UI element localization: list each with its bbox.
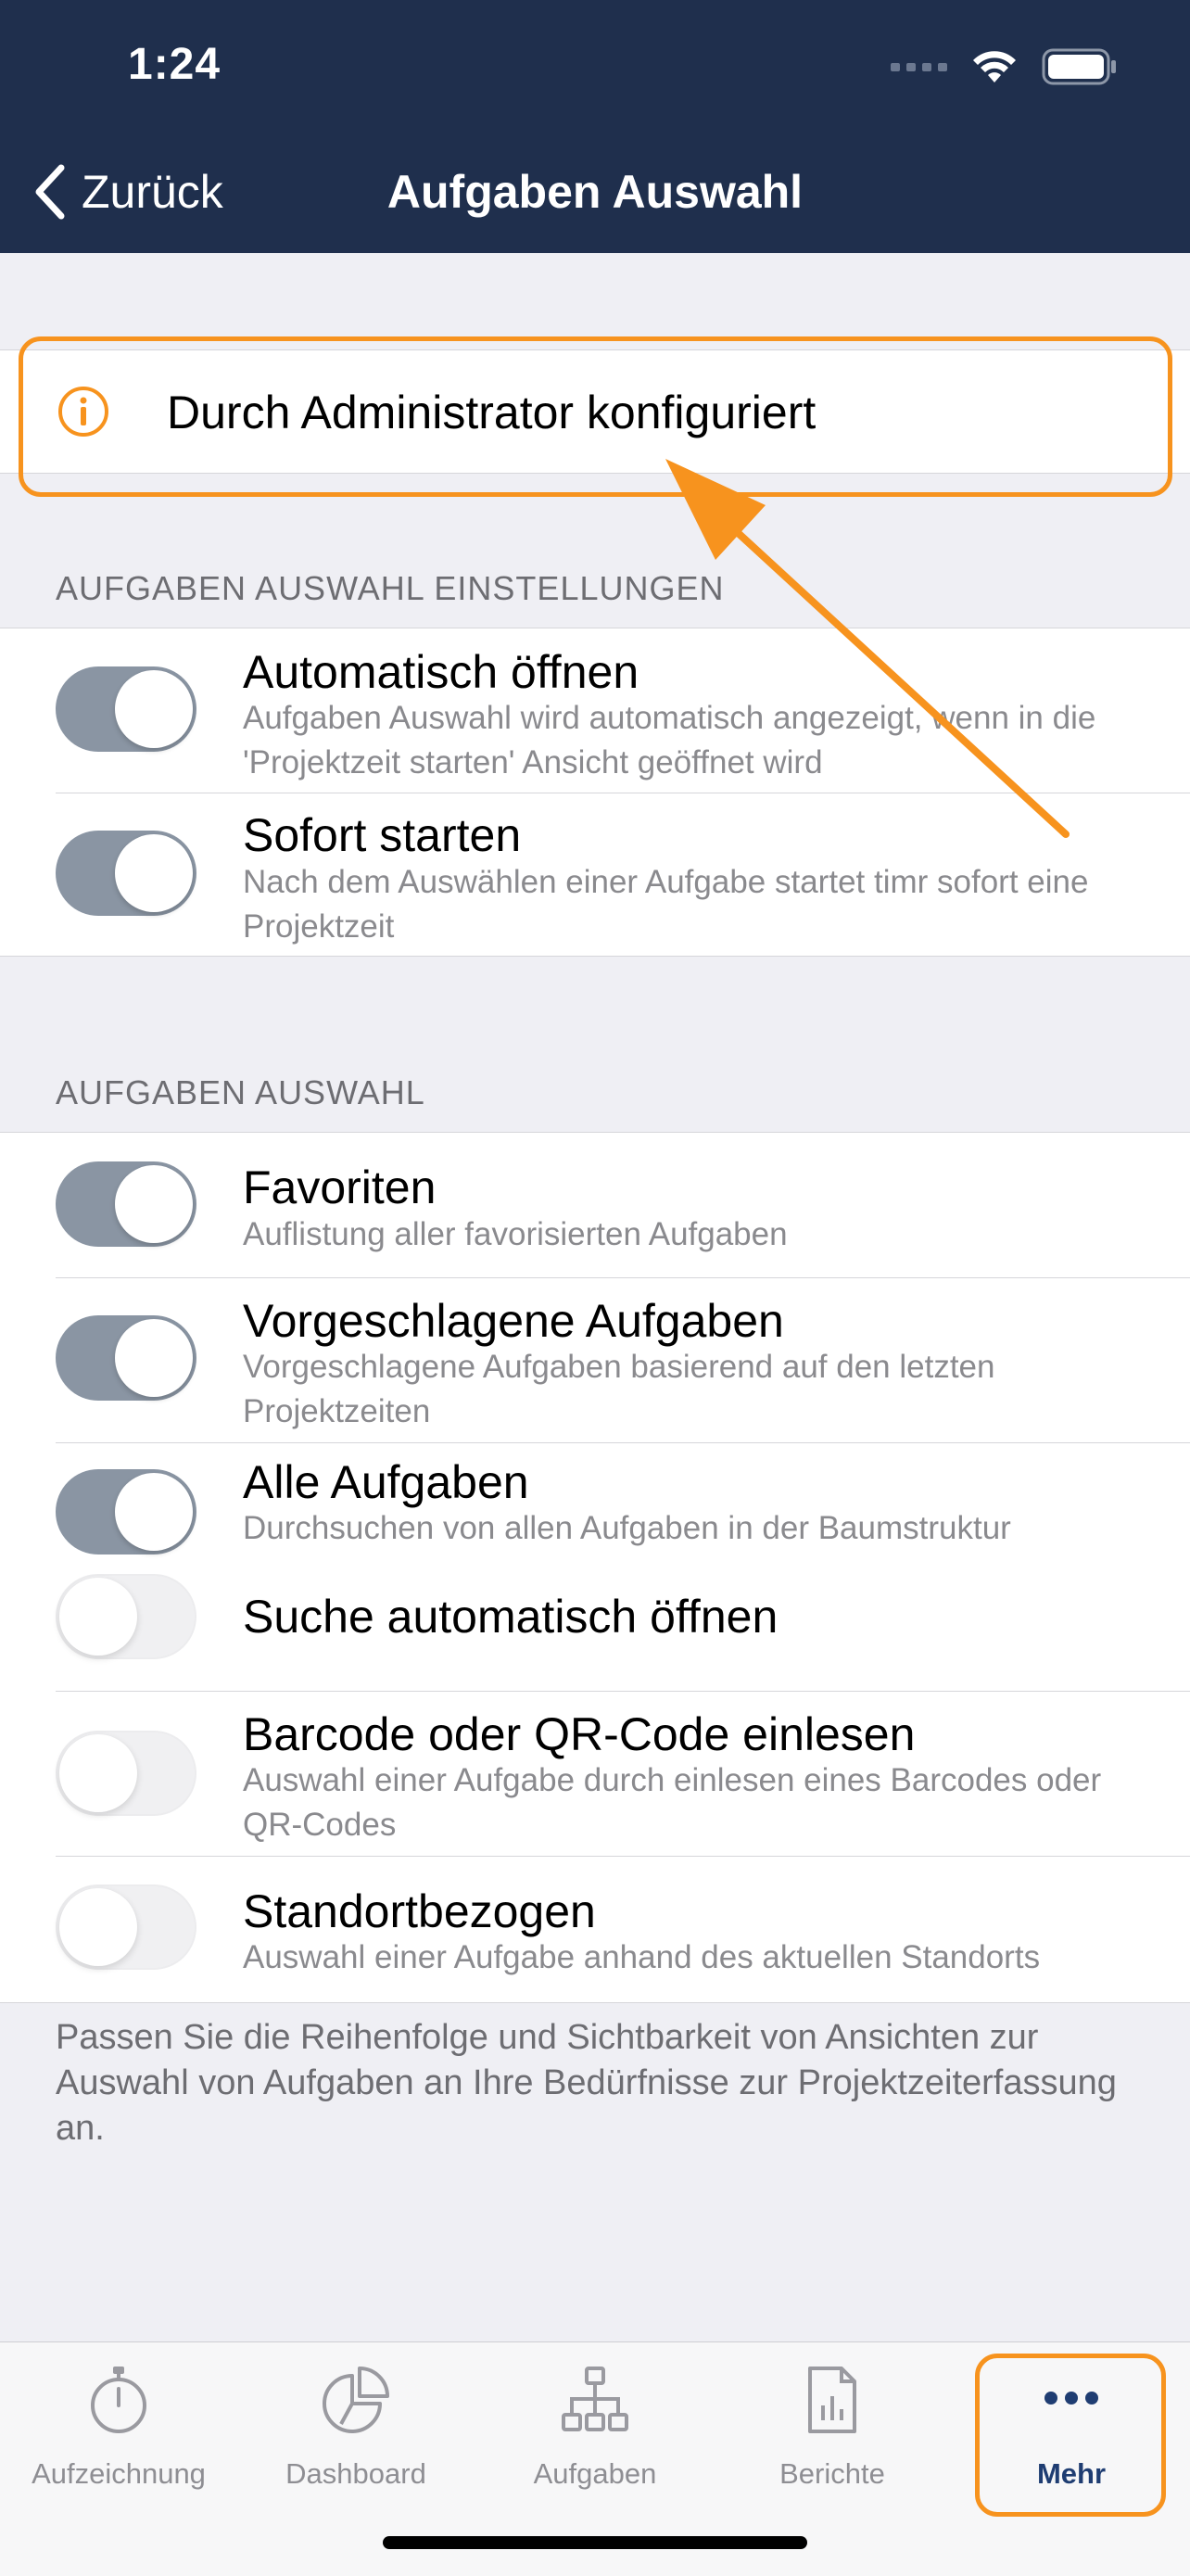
tab-aufzeichnung[interactable]: Aufzeichnung	[0, 2342, 237, 2490]
tab-label: Mehr	[1036, 2457, 1107, 2490]
report-icon	[808, 2367, 856, 2433]
stopwatch-icon	[91, 2367, 146, 2433]
admin-config-notice: Durch Administrator konfiguriert	[0, 349, 1190, 474]
start-immediately-toggle[interactable]	[56, 831, 196, 916]
tab-label: Aufgaben	[533, 2457, 657, 2490]
option-location-based: Standortbezogen Auswahl einer Aufgabe an…	[0, 1857, 1190, 2002]
tab-berichte[interactable]: Berichte	[714, 2342, 951, 2490]
home-indicator[interactable]	[383, 2536, 807, 2549]
setting-auto-open: Automatisch öffnen Aufgaben Auswahl wird…	[0, 628, 1190, 793]
row-title: Alle Aufgaben	[243, 1456, 529, 1508]
row-subtitle: Auswahl einer Aufgabe anhand des aktuell…	[243, 1939, 1041, 1975]
row-subtitle: Auswahl einer Aufgabe durch einlesen ein…	[243, 1762, 1102, 1843]
tab-dashboard[interactable]: Dashboard	[237, 2342, 475, 2490]
settings-group: Automatisch öffnen Aufgaben Auswahl wird…	[0, 628, 1190, 957]
auto-open-toggle[interactable]	[56, 666, 196, 752]
section-header-task-selection: AUFGABEN AUSWAHL	[56, 1073, 425, 1111]
row-subtitle: Vorgeschlagene Aufgaben basierend auf de…	[243, 1349, 995, 1429]
row-title: Vorgeschlagene Aufgaben	[243, 1295, 784, 1347]
setting-start-immediately: Sofort starten Nach dem Auswählen einer …	[0, 793, 1190, 956]
battery-icon	[1042, 48, 1116, 85]
row-title: Favoriten	[243, 1161, 437, 1213]
tab-mehr[interactable]: Mehr	[953, 2342, 1190, 2490]
status-time: 1:24	[128, 40, 222, 89]
status-icons	[891, 46, 1118, 87]
all-tasks-toggle[interactable]	[56, 1469, 196, 1554]
section-header-settings: AUFGABEN AUSWAHL EINSTELLUNGEN	[56, 569, 725, 607]
option-suggested-tasks: Vorgeschlagene Aufgaben Vorgeschlagene A…	[0, 1278, 1190, 1442]
option-all-tasks: Alle Aufgaben Durchsuchen von allen Aufg…	[0, 1443, 1190, 1563]
row-subtitle: Auflistung aller favorisierten Aufgaben	[243, 1216, 788, 1252]
option-auto-search: Suche automatisch öffnen	[0, 1563, 1190, 1678]
option-barcode-scan: Barcode oder QR-Code einlesen Auswahl ei…	[0, 1692, 1190, 1856]
row-subtitle: Aufgaben Auswahl wird automatisch angeze…	[243, 700, 1096, 780]
tab-label: Berichte	[779, 2457, 885, 2490]
suggested-tasks-toggle[interactable]	[56, 1315, 196, 1401]
row-title: Suche automatisch öffnen	[243, 1591, 779, 1643]
admin-config-text: Durch Administrator konfiguriert	[167, 387, 817, 438]
info-icon	[58, 387, 108, 437]
page-title: Aufgaben Auswahl	[386, 166, 804, 218]
pie-chart-icon	[323, 2367, 389, 2433]
auto-search-toggle[interactable]	[56, 1574, 196, 1659]
option-favorites: Favoriten Auflistung aller favorisierten…	[0, 1133, 1190, 1277]
tab-label: Dashboard	[285, 2457, 426, 2490]
favorites-toggle[interactable]	[56, 1161, 196, 1247]
cellular-signal-icon	[891, 62, 947, 71]
tab-label: Aufzeichnung	[32, 2457, 206, 2490]
row-title: Standortbezogen	[243, 1885, 596, 1937]
hierarchy-icon	[562, 2367, 628, 2431]
row-subtitle: Nach dem Auswählen einer Aufgabe startet…	[243, 864, 1089, 945]
row-subtitle: Durchsuchen von allen Aufgaben in der Ba…	[243, 1510, 1011, 1546]
task-selection-group: Favoriten Auflistung aller favorisierten…	[0, 1132, 1190, 2003]
location-based-toggle[interactable]	[56, 1884, 196, 1970]
row-title: Automatisch öffnen	[243, 646, 639, 698]
tab-aufgaben[interactable]: Aufgaben	[476, 2342, 714, 2490]
wifi-icon	[973, 51, 1016, 82]
section-footer-note: Passen Sie die Reihenfolge und Sichtbark…	[56, 2018, 1117, 2148]
row-title: Barcode oder QR-Code einlesen	[243, 1708, 916, 1760]
row-title: Sofort starten	[243, 809, 522, 861]
navigation-header: 1:24 Zurück Aufgaben Auswahl	[0, 0, 1190, 253]
more-dots-icon	[1044, 2392, 1098, 2405]
barcode-scan-toggle[interactable]	[56, 1731, 196, 1816]
